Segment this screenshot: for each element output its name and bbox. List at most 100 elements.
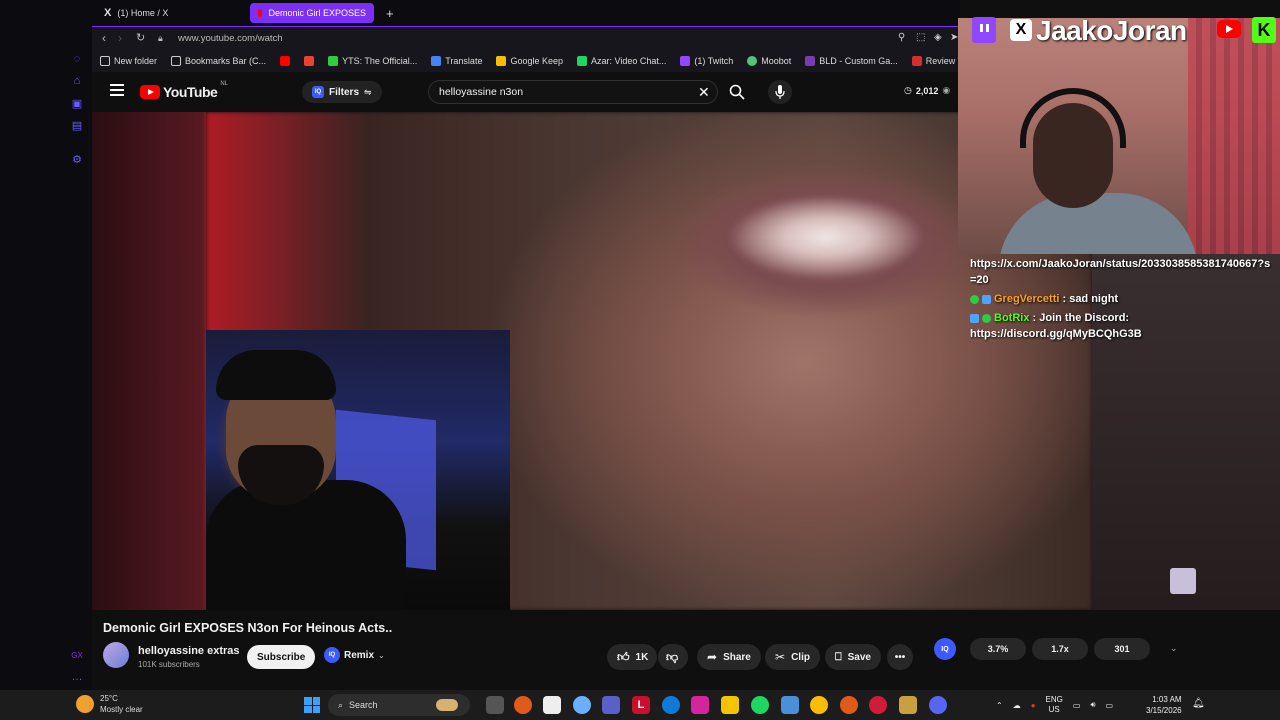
- search-icon: ⌕: [338, 699, 344, 710]
- ai-icon[interactable]: ◌: [70, 52, 84, 66]
- clip-button[interactable]: ✂ Clip: [765, 644, 820, 670]
- azar-icon: [577, 56, 587, 66]
- discord-icon[interactable]: [929, 696, 947, 714]
- dislike-button[interactable]: 👎︎: [658, 644, 688, 670]
- bookmark-item[interactable]: Review Trip Deta: [911, 56, 960, 66]
- snapshot-icon[interactable]: ⬚: [916, 32, 928, 44]
- cloud-icon[interactable]: ☁: [1013, 701, 1021, 710]
- new-tab-button[interactable]: +: [378, 3, 396, 23]
- shield-icon[interactable]: ◈: [934, 32, 946, 44]
- bookmark-gmail[interactable]: [304, 56, 315, 66]
- chevron-up-icon[interactable]: ⌃: [996, 701, 1003, 710]
- start-button[interactable]: [304, 697, 320, 713]
- twitch-icon: [680, 56, 691, 66]
- tab-home-x[interactable]: X (1) Home / X: [96, 3, 246, 23]
- bookmark-item[interactable]: Bookmarks Bar (C...: [171, 56, 266, 66]
- video-frame-edge: [92, 112, 206, 610]
- thumbs-up-icon: 👍︎: [617, 649, 630, 664]
- keep-icon: [496, 56, 507, 66]
- bookmark-item[interactable]: Translate: [431, 56, 482, 66]
- copilot-icon[interactable]: [573, 696, 591, 714]
- more-actions-button[interactable]: •••: [887, 644, 913, 670]
- settings-icon[interactable]: ⚙: [70, 152, 84, 166]
- tab-youtube-video[interactable]: Demonic Girl EXPOSES: [250, 3, 374, 23]
- yts-icon: [328, 56, 339, 66]
- bookmark-youtube[interactable]: [280, 56, 291, 66]
- clear-search-icon[interactable]: ✕: [698, 84, 710, 101]
- headset-icon: [1020, 88, 1126, 148]
- pinboard-icon[interactable]: ▣: [70, 96, 84, 110]
- bookmark-item[interactable]: BLD - Custom Ga...: [805, 56, 898, 66]
- verified-badge-icon: [982, 313, 991, 323]
- bookmark-item[interactable]: Moobot: [747, 56, 791, 66]
- browser-app-icon[interactable]: [514, 696, 532, 714]
- menu-icon[interactable]: [110, 84, 124, 96]
- subscribe-button[interactable]: Subscribe: [247, 645, 316, 669]
- iq-logo-icon[interactable]: IQ: [934, 638, 956, 660]
- address-bar: ‹ › ↻ 🔒︎ www.youtube.com/watch ⚲ ⬚ ◈ ➤: [92, 26, 960, 50]
- player-icon[interactable]: ▤: [70, 118, 84, 132]
- youtube-logo[interactable]: YouTube NL: [140, 81, 228, 100]
- instagram-icon[interactable]: [691, 696, 709, 714]
- clock[interactable]: 1:03 AM 3/15/2026: [1146, 694, 1182, 716]
- folder-icon: [100, 56, 110, 66]
- pin-icon[interactable]: ⚲: [898, 32, 910, 44]
- bookmark-item[interactable]: New folder: [100, 56, 157, 66]
- bookmark-item[interactable]: (1) Twitch: [680, 56, 733, 66]
- video-info: Demonic Girl EXPOSES N3on For Heinous Ac…: [92, 610, 1280, 690]
- task-view-icon[interactable]: [486, 696, 504, 714]
- flow-icon[interactable]: ⌂: [70, 74, 84, 88]
- search-input[interactable]: helloyassine n3on: [428, 80, 718, 104]
- like-button[interactable]: 👍︎ 1K: [607, 644, 657, 670]
- thumbs-down-icon: 👎︎: [666, 649, 679, 664]
- brave-icon[interactable]: [840, 696, 858, 714]
- save-button[interactable]: ⎕ Save: [825, 644, 881, 670]
- edge-icon[interactable]: [662, 696, 680, 714]
- share-button[interactable]: ➦ Share: [697, 644, 761, 670]
- volume-icon[interactable]: 🔊︎: [1090, 700, 1095, 710]
- teams-icon[interactable]: [602, 696, 620, 714]
- game-icon[interactable]: [899, 696, 917, 714]
- forward-button[interactable]: ›: [118, 31, 122, 45]
- file-explorer-icon[interactable]: [721, 696, 739, 714]
- l-app-icon[interactable]: L: [632, 696, 650, 714]
- kick-logo-icon: K: [1252, 17, 1276, 43]
- bookmark-item[interactable]: Google Keep: [496, 56, 563, 66]
- voice-search-button[interactable]: [768, 80, 792, 104]
- opera-gx-icon[interactable]: [869, 696, 887, 714]
- bookmark-item[interactable]: Azar: Video Chat...: [577, 56, 666, 66]
- youtube-header: YouTube NL IQ Filters ⇋ helloyassine n3o…: [92, 72, 960, 112]
- notification-icon[interactable]: 🔔︎: [1192, 698, 1205, 709]
- video-player[interactable]: [92, 112, 1092, 610]
- store-icon[interactable]: [543, 696, 561, 714]
- channel-name[interactable]: helloyassine extras: [138, 645, 240, 657]
- chevron-down-icon[interactable]: ⌄: [1170, 643, 1178, 654]
- bookmark-item[interactable]: YTS: The Official...: [328, 56, 417, 66]
- back-button[interactable]: ‹: [102, 31, 106, 45]
- bld-icon: [805, 56, 816, 66]
- chrome-icon[interactable]: [810, 696, 828, 714]
- app-icon[interactable]: [781, 696, 799, 714]
- mic-icon[interactable]: ●: [1031, 701, 1036, 710]
- subscriber-count: 101K subscribers: [138, 660, 200, 669]
- url-field[interactable]: www.youtube.com/watch: [178, 33, 283, 44]
- search-button[interactable]: [722, 80, 752, 104]
- gx-icon[interactable]: GX: [70, 648, 84, 662]
- weather-widget[interactable]: 25°C Mostly clear: [76, 693, 143, 715]
- remix-button[interactable]: IQ Remix ⌄: [324, 647, 385, 663]
- battery-icon[interactable]: ▭: [1106, 701, 1114, 710]
- channel-avatar[interactable]: [103, 642, 129, 668]
- more-icon[interactable]: …: [70, 670, 84, 684]
- filters-button[interactable]: IQ Filters ⇋: [302, 81, 382, 103]
- chevron-down-icon: ⌄: [378, 650, 385, 660]
- language-indicator[interactable]: ENG US: [1046, 695, 1063, 715]
- chat-username: BotRix: [994, 312, 1030, 324]
- streamer-name: JaakoJoran: [1036, 15, 1187, 46]
- bot-badge-icon: [970, 313, 979, 323]
- network-icon[interactable]: ▭: [1073, 701, 1081, 710]
- chat-username: GregVercetti: [994, 293, 1060, 305]
- reload-button[interactable]: ↻: [136, 31, 145, 44]
- iq-icon: IQ: [324, 647, 340, 663]
- taskbar-search[interactable]: ⌕ Search: [328, 694, 470, 716]
- spotify-icon[interactable]: [751, 696, 769, 714]
